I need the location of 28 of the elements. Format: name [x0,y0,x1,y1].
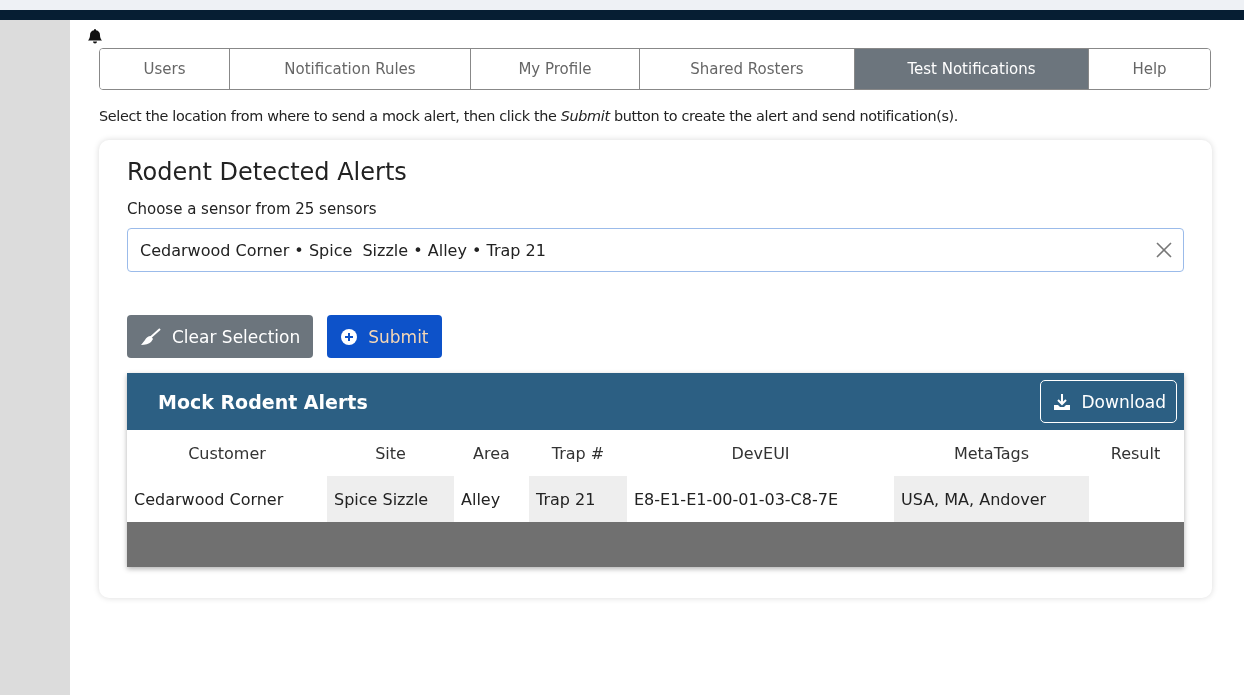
instructions-text: Select the location from where to send a mock alert, then click the Submit button to create the alert and send notification(s). [99,108,960,124]
tab[interactable]: Users [100,49,230,89]
table-cell: Spice Sizzle [327,476,454,522]
table-cell-text: Cedarwood Corner [133,488,285,511]
column-header: Area [472,442,511,465]
bell-icon[interactable] [87,27,103,44]
column-header: Trap # [550,442,606,465]
sensor-select-field[interactable]: Cedarwood Corner • Spice Sizzle • Alley • Trap 21 [127,228,1184,272]
column-header: Result [1109,442,1162,465]
close-icon[interactable] [1155,241,1173,259]
download-button[interactable]: Download [1040,380,1177,423]
table-title: Mock Rodent Alerts [158,390,368,413]
download-icon [1053,392,1072,411]
tab[interactable]: Test Notifications [855,49,1089,89]
card-title: Rodent Detected Alerts [127,158,408,186]
column-header: DevEUI [730,442,791,465]
column-header: MetaTags [952,442,1031,465]
clear-button[interactable]: Clear Selection [127,315,314,358]
submit-button[interactable]: Submit [327,315,442,358]
table-cell-text: E8-E1-E1-00-01-03-C8-7E [633,488,839,511]
broom-icon [140,327,162,346]
table-cell-text: Alley [460,488,502,511]
field-label: Choose a sensor from 25 sensors [127,200,378,218]
table-cell: Trap 21 [529,476,627,522]
column-header: Site [374,442,407,465]
table-cell: USA, MA, Andover [894,476,1089,522]
column-header: Customer [187,442,267,465]
plus-circle-icon [340,327,359,346]
